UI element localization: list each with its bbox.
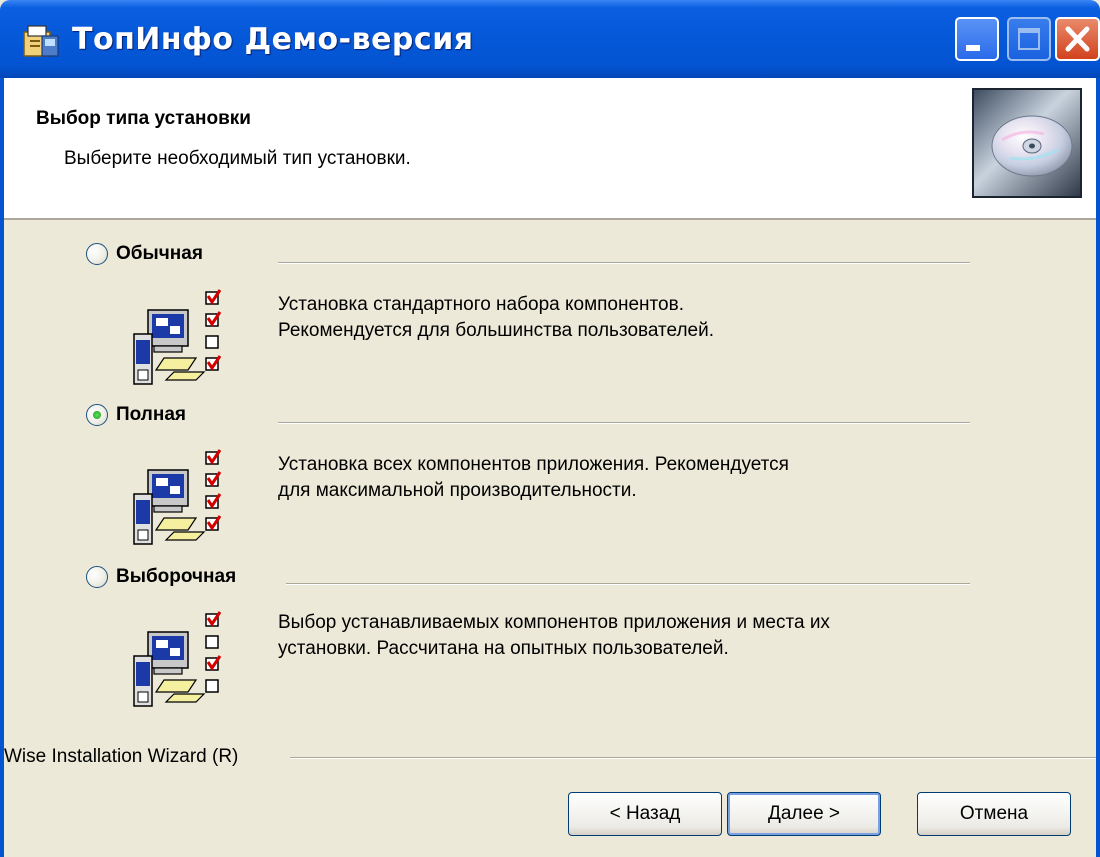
option-divider [286, 583, 970, 585]
option-full-label: Полная [116, 404, 186, 425]
cd-disc-icon [972, 88, 1082, 198]
wizard-brand-label: Wise Installation Wizard (R) [4, 746, 239, 767]
option-typical-description: Установка стандартного набора компоненто… [278, 294, 715, 341]
minimize-button[interactable] [955, 17, 999, 61]
option-full-description: Установка всех компонентов приложения. Р… [278, 454, 789, 501]
radio-button[interactable] [86, 566, 108, 588]
option-divider [278, 422, 970, 424]
footer-divider [290, 757, 1096, 759]
window-title: ТопИнфо Демо-версия [72, 22, 474, 57]
maximize-icon [1018, 28, 1040, 50]
close-icon [1065, 26, 1090, 52]
back-button[interactable]: < Назад [568, 792, 722, 836]
wizard-header: Выбор типа установки Выберите необходимы… [4, 78, 1096, 220]
option-custom-description: Выбор устанавливаемых компонентов прилож… [278, 612, 830, 659]
option-typical-label: Обычная [116, 243, 203, 264]
option-custom-radio[interactable]: Выборочная [86, 566, 236, 588]
cancel-button[interactable]: Отмена [917, 792, 1071, 836]
option-full-radio[interactable]: Полная [86, 404, 186, 426]
option-divider [278, 262, 970, 264]
window-frame-right [1096, 78, 1100, 857]
radio-button-checked[interactable] [86, 404, 108, 426]
maximize-button[interactable] [1007, 17, 1051, 61]
minimize-icon [966, 45, 980, 51]
title-bar[interactable]: ТопИнфо Демо-версия [0, 0, 1100, 78]
radio-button[interactable] [86, 243, 108, 265]
installer-icon [23, 25, 59, 57]
option-typical-radio[interactable]: Обычная [86, 243, 203, 265]
page-subtitle: Выберите необходимый тип установки. [64, 148, 411, 169]
close-button[interactable] [1055, 17, 1100, 61]
computer-checklist-icon [133, 611, 222, 707]
option-custom-label: Выборочная [116, 566, 237, 587]
computer-checklist-icon [133, 449, 222, 545]
computer-checklist-icon [133, 289, 222, 385]
installer-window: ТопИнфо Демо-версия Выбор типа установки… [0, 0, 1100, 857]
next-button[interactable]: Далее > [727, 792, 881, 836]
page-title: Выбор типа установки [36, 108, 251, 129]
